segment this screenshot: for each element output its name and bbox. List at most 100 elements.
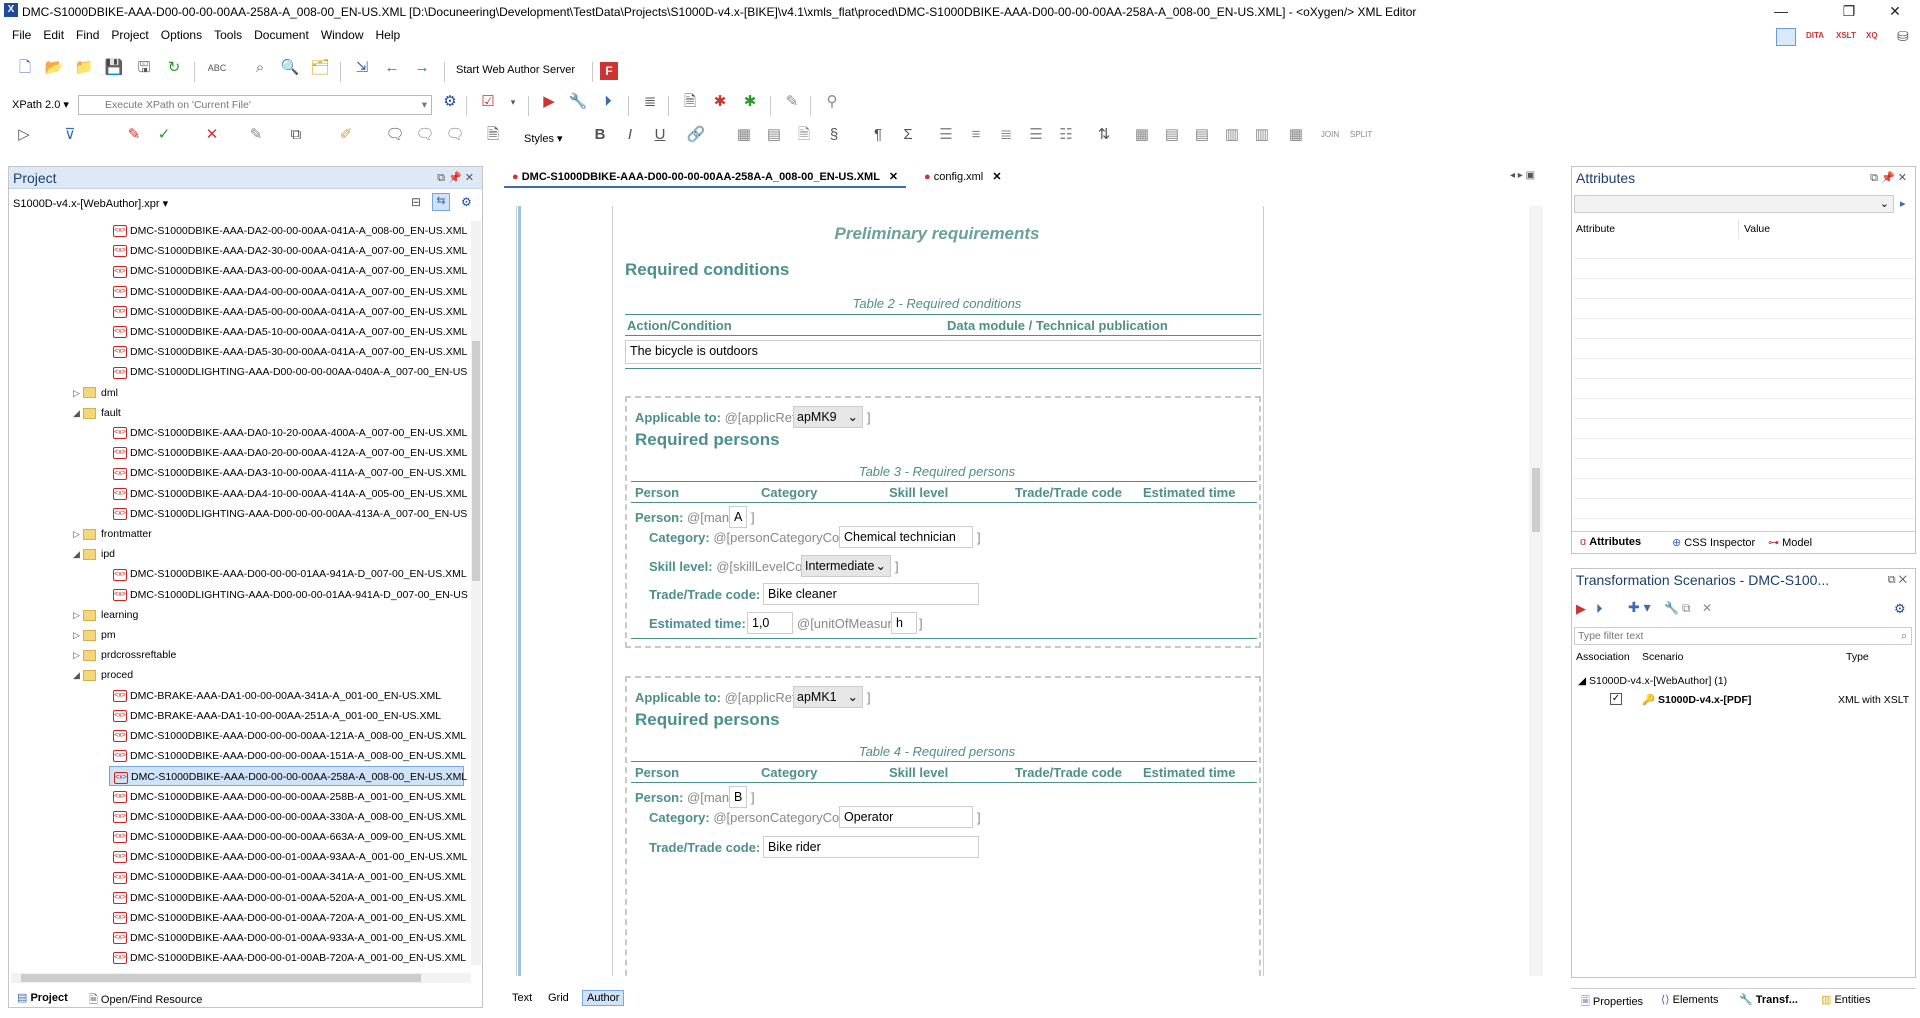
collapsed-icon[interactable]: ▷	[73, 383, 83, 403]
highlight-icon[interactable]: ✐	[336, 125, 356, 145]
tree-file[interactable]: <x> DMC-S1000DBIKE-AAA-D00-00-00-00AA-663…	[113, 827, 466, 847]
edit-track-icon[interactable]: ✎	[124, 125, 144, 145]
attributes-element-select[interactable]: ⌄	[1574, 195, 1894, 213]
tree-file[interactable]: <x> DMC-S1000DBIKE-AAA-DA4-00-00-00AA-041…	[113, 282, 467, 302]
debug-transformation-icon[interactable]: ⏵	[598, 92, 618, 112]
scenario-filter-input[interactable]: Type filter text ⌕	[1574, 627, 1912, 645]
attributes-expand-icon[interactable]: ▸	[1900, 197, 1906, 210]
table2-row-cell[interactable]: The bicycle is outdoors	[625, 340, 1261, 364]
tree-file[interactable]: <x> DMC-S1000DLIGHTING-AAA-D00-00-00-01AA…	[113, 585, 468, 605]
tab-project[interactable]: ▤ Project	[17, 991, 68, 1004]
tree-file[interactable]: <x> DMC-S1000DBIKE-AAA-D00-00-00-00AA-258…	[113, 787, 466, 807]
styles-dropdown[interactable]: Styles ▾	[524, 132, 563, 145]
tab-entities[interactable]: ▥ Entities	[1821, 993, 1871, 1006]
collapsed-icon[interactable]: ▷	[73, 625, 83, 645]
tree-file[interactable]: <x> DMC-S1000DBIKE-AAA-DA0-10-20-00AA-400…	[113, 423, 467, 443]
tree-file[interactable]: <x> DMC-S1000DBIKE-AAA-DA3-00-00-00AA-041…	[113, 261, 467, 281]
add-comment-icon[interactable]: 🗨	[385, 125, 405, 145]
tree-file[interactable]: <x> DMC-S1000DBIKE-AAA-DA2-00-00-00AA-041…	[113, 221, 467, 241]
database-perspective-icon[interactable]: ⛁	[1897, 28, 1909, 45]
track-changes-icon[interactable]: ✱	[710, 92, 730, 112]
tree-folder[interactable]: ▷ learning	[73, 605, 138, 625]
project-settings-icon[interactable]: ⚙	[461, 195, 472, 209]
tab-scroll-icons[interactable]: ◂ ▸ ▣	[1510, 170, 1535, 181]
tree-file[interactable]: <x> DMC-S1000DBIKE-AAA-DA0-20-00-00AA-412…	[113, 443, 467, 463]
skill-select-1[interactable]: Intermediate ⌄	[801, 555, 891, 577]
underline-icon[interactable]: U	[650, 125, 670, 145]
split-cell-icon[interactable]: SPLIT	[1350, 125, 1372, 145]
tree-file[interactable]: <x> DMC-S1000DBIKE-AAA-D00-00-01-00AA-93A…	[113, 847, 467, 867]
tab-model[interactable]: ⊶ Model	[1768, 536, 1812, 549]
validate-icon[interactable]: ☑	[478, 92, 498, 112]
tree-file[interactable]: <x> DMC-S1000DBIKE-AAA-D00-00-00-01AA-941…	[113, 564, 467, 584]
xml-refactor-icon[interactable]: 🗎	[680, 92, 700, 112]
paragraph-icon[interactable]: ¶	[868, 125, 888, 145]
expanded-icon[interactable]: ◢	[73, 665, 83, 685]
link-insert-icon[interactable]: 🔗	[686, 125, 706, 145]
transform-settings-icon[interactable]: ⚙	[1894, 601, 1906, 617]
restore-button[interactable]: ❐	[1826, 0, 1872, 22]
applic-select-1[interactable]: apMK9 ⌄	[793, 406, 863, 428]
web-author-button[interactable]: Start Web Author Server	[456, 64, 575, 76]
apply-associated-icon[interactable]: ⏵	[1596, 601, 1603, 617]
tab-config-xml[interactable]: ● config.xml ✕	[924, 166, 1002, 188]
expanded-icon[interactable]: ◢	[73, 544, 83, 564]
delete-column-icon[interactable]: ▥	[1252, 125, 1272, 145]
tab-transformations[interactable]: 🔧 Transf...	[1739, 993, 1798, 1006]
go-to-icon[interactable]: ⇲	[352, 58, 372, 78]
tree-vertical-scrollbar[interactable]	[471, 221, 481, 965]
xslt-perspective-icon[interactable]: XSLT	[1836, 31, 1856, 40]
edit-comment-icon[interactable]: 🗨	[415, 125, 435, 145]
tree-folder[interactable]: ◢ ipd	[73, 544, 115, 564]
tree-file[interactable]: <x> DMC-S1000DLIGHTING-AAA-D00-00-00-00AA…	[113, 362, 467, 382]
scenario-pdf[interactable]: 🔑 S1000D-v4.x-[PDF]	[1642, 693, 1751, 706]
ordered-list-icon[interactable]: ≡	[966, 125, 986, 145]
tree-file[interactable]: <x> DMC-S1000DBIKE-AAA-D00-00-00-00AA-151…	[113, 746, 466, 766]
apply-scenario-icon[interactable]: ▶	[1576, 601, 1586, 617]
tree-horizontal-scrollbar[interactable]	[11, 973, 471, 983]
collapse-all-icon[interactable]: ⊟	[411, 195, 421, 209]
tree-folder[interactable]: ◢ proced	[73, 665, 133, 685]
menu-options[interactable]: Options	[155, 26, 208, 44]
new-file-icon[interactable]: 🗋	[15, 58, 35, 78]
minimize-button[interactable]: —	[1758, 0, 1804, 22]
menu-edit[interactable]: Edit	[37, 26, 70, 44]
filter-icon[interactable]: ⊽	[60, 125, 80, 145]
find-icon[interactable]: ⌕	[250, 58, 270, 78]
tree-file[interactable]: <x> DMC-BRAKE-AAA-DA1-00-00-00AA-341A-A_0…	[113, 686, 441, 706]
remove-scenario-icon[interactable]: ✕	[1702, 601, 1712, 615]
category-input-2[interactable]: Operator	[839, 806, 973, 828]
reload-icon[interactable]: ↻	[164, 58, 184, 78]
list-icon[interactable]: ☰	[936, 125, 956, 145]
menu-file[interactable]: File	[6, 26, 37, 44]
edit-scenario-icon[interactable]: 🔧	[1664, 601, 1679, 615]
insert-file-icon[interactable]: 🗎	[794, 125, 814, 145]
tree-file[interactable]: <x> DMC-BRAKE-AAA-DA1-10-00-00AA-251A-A_0…	[113, 706, 441, 726]
link-icon[interactable]: ⚲	[822, 92, 842, 112]
checklist-icon[interactable]: ☷	[1056, 125, 1076, 145]
tree-folder[interactable]: ◢ fault	[73, 403, 121, 423]
editor-vertical-scrollbar[interactable]	[1529, 206, 1543, 976]
tree-file[interactable]: <x> DMC-S1000DBIKE-AAA-D00-00-00-00AA-330…	[113, 807, 466, 827]
delete-row-icon[interactable]: ▤	[1192, 125, 1212, 145]
tree-file[interactable]: <x> DMC-S1000DBIKE-AAA-DA2-30-00-00AA-041…	[113, 241, 467, 261]
menu-window[interactable]: Window	[315, 26, 370, 44]
xquery-perspective-icon[interactable]: XQ	[1866, 31, 1878, 40]
tree-file[interactable]: <x> DMC-S1000DBIKE-AAA-DA5-10-00-00AA-041…	[113, 322, 467, 342]
tab-elements[interactable]: ⟨⟩ Elements	[1661, 993, 1719, 1006]
mode-author[interactable]: Author	[582, 990, 625, 1006]
editor-perspective-icon[interactable]	[1776, 28, 1796, 46]
tree-file[interactable]: <x> DMC-S1000DBIKE-AAA-D00-00-01-00AA-520…	[113, 888, 466, 908]
tab-open-find-resource[interactable]: 🗎 Open/Find Resource	[89, 991, 202, 1010]
menu-tools[interactable]: Tools	[208, 26, 248, 44]
tree-file[interactable]: <x> DMC-S1000DBIKE-AAA-DA3-10-00-00AA-411…	[113, 463, 467, 483]
dita-perspective-icon[interactable]: DITA	[1806, 31, 1824, 40]
open-folder-icon[interactable]: 📂	[44, 58, 64, 78]
collapsed-icon[interactable]: ▷	[73, 605, 83, 625]
tree-folder[interactable]: ▷ dml	[73, 383, 118, 403]
tree-file[interactable]: <x> DMC-S1000DBIKE-AAA-D00-00-01-00AA-341…	[113, 867, 466, 887]
collapsed-icon[interactable]: ▷	[73, 524, 83, 544]
apply-transformation-icon[interactable]: ▶	[539, 92, 559, 112]
man-input-1[interactable]: A	[729, 506, 747, 528]
find-replace-icon[interactable]: 🗂	[310, 58, 330, 78]
